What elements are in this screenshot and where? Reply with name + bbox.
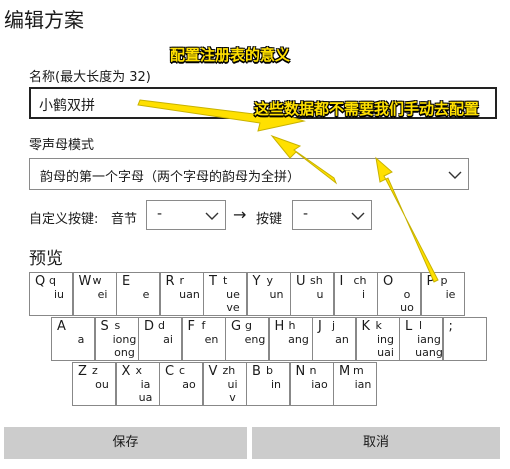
annotation-arrows xyxy=(137,99,439,283)
annotation-label: 配置注册表的意义 xyxy=(170,46,291,64)
annotation-label: 这些数据都不需要我们手动去配置 xyxy=(254,100,480,118)
annotation-arrow xyxy=(270,134,338,185)
annotation-arrow xyxy=(375,156,439,283)
